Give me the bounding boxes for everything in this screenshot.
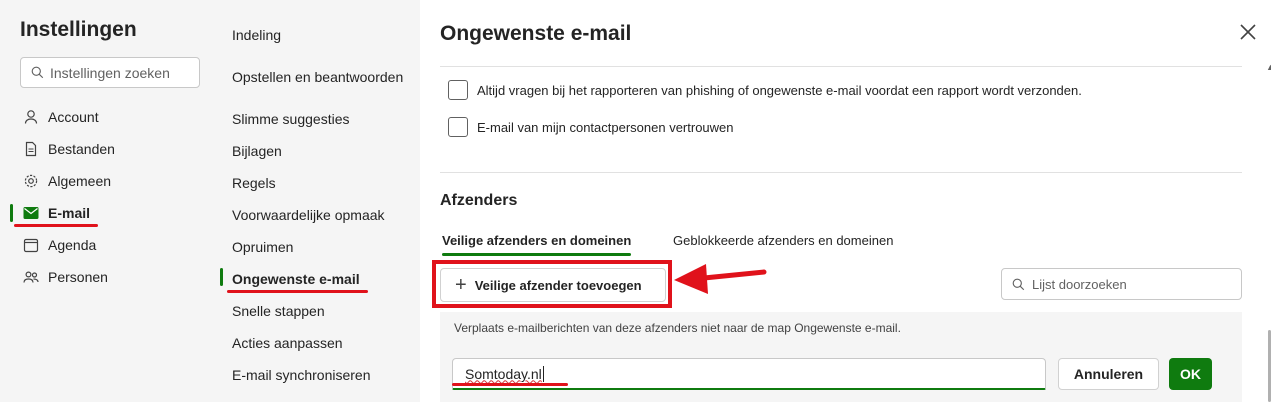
tab-label: Geblokkeerde afzenders en domeinen (673, 233, 894, 248)
sidebar-item-bestanden[interactable]: Bestanden (0, 133, 218, 165)
annotation-box-add-button (432, 260, 672, 308)
active-indicator (220, 268, 223, 286)
settings-content: Ongewenste e-mail Altijd vragen bij het … (420, 0, 1271, 402)
sidebar-item-account[interactable]: Account (0, 101, 218, 133)
search-icon (1012, 278, 1025, 290)
search-icon (31, 66, 44, 79)
sidebar-item-label: Agenda (48, 237, 97, 253)
settings-search-input[interactable]: Instellingen zoeken (20, 57, 200, 88)
subnav-item-email-synchroniseren[interactable]: E-mail synchroniseren (232, 359, 371, 391)
phishing-prompt-checkbox[interactable] (448, 80, 468, 100)
page-title: Ongewenste e-mail (440, 22, 632, 45)
people-icon (22, 268, 40, 286)
sidebar-item-label: Algemeen (48, 173, 112, 189)
person-icon (22, 108, 40, 126)
cancel-button[interactable]: Annuleren (1058, 358, 1159, 390)
subnav-item-indeling[interactable]: Indeling (232, 19, 281, 51)
sidebar-item-label: E-mail (48, 205, 91, 221)
annotation-underline-junk (227, 290, 368, 293)
trust-contacts-option[interactable]: E-mail van mijn contactpersonen vertrouw… (448, 117, 734, 137)
subnav-item-snelle-stappen[interactable]: Snelle stappen (232, 295, 325, 327)
subnav-item-bijlagen[interactable]: Bijlagen (232, 135, 282, 167)
calendar-icon (22, 236, 40, 254)
annotation-underline-input (452, 383, 568, 386)
list-search-placeholder: Lijst doorzoeken (1032, 276, 1127, 292)
close-icon[interactable] (1236, 20, 1260, 44)
section-divider (440, 172, 1242, 173)
list-search-input[interactable]: Lijst doorzoeken (1001, 268, 1242, 300)
tab-blocked-senders[interactable]: Geblokkeerde afzenders en domeinen (673, 233, 893, 248)
add-sender-row: Somtoday.nl Annuleren OK (440, 344, 1242, 402)
settings-title: Instellingen (20, 18, 137, 41)
header-divider (440, 66, 1242, 67)
scroll-up-icon[interactable]: ▲ (1266, 62, 1271, 72)
subnav-item-voorwaardelijke-opmaak[interactable]: Voorwaardelijke opmaak (232, 199, 385, 231)
sender-input-value: Somtoday.nl (465, 365, 542, 382)
phishing-prompt-label: Altijd vragen bij het rapporteren van ph… (477, 82, 1082, 98)
ok-button[interactable]: OK (1169, 358, 1212, 390)
sidebar-item-label: Bestanden (48, 141, 115, 157)
annotation-underline-email (14, 224, 98, 227)
settings-search-placeholder: Instellingen zoeken (50, 64, 170, 81)
tab-label: Veilige afzenders en domeinen (442, 233, 632, 248)
phishing-prompt-option[interactable]: Altijd vragen bij het rapporteren van ph… (448, 80, 1082, 100)
text-caret (542, 365, 544, 382)
subnav-item-opstellen[interactable]: Opstellen en beantwoorden (232, 61, 403, 93)
subnav-item-acties-aanpassen[interactable]: Acties aanpassen (232, 327, 343, 359)
annotation-arrow-icon (674, 264, 767, 294)
trust-contacts-checkbox[interactable] (448, 117, 468, 137)
trust-contacts-label: E-mail van mijn contactpersonen vertrouw… (477, 119, 734, 135)
tab-active-underline (442, 253, 632, 256)
gear-icon (22, 172, 40, 190)
info-label: Verplaats e-mailberichten van deze afzen… (454, 321, 901, 335)
document-icon (22, 140, 40, 158)
sidebar-item-label: Account (48, 109, 99, 125)
subnav-item-slimme-suggesties[interactable]: Slimme suggesties (232, 103, 350, 135)
tab-safe-senders[interactable]: Veilige afzenders en domeinen (442, 233, 632, 256)
sidebar-item-agenda[interactable]: Agenda (0, 229, 218, 261)
subnav-item-regels[interactable]: Regels (232, 167, 276, 199)
section-title: Afzenders (440, 192, 518, 209)
sidebar-item-algemeen[interactable]: Algemeen (0, 165, 218, 197)
sidebar-item-label: Personen (48, 269, 108, 285)
info-text: Verplaats e-mailberichten van deze afzen… (440, 312, 1242, 344)
subnav-item-opruimen[interactable]: Opruimen (232, 231, 293, 263)
subcategory-nav: Indeling Opstellen en beantwoorden Slimm… (218, 0, 420, 402)
sidebar-item-personen[interactable]: Personen (0, 261, 218, 293)
settings-sidebar: Instellingen Instellingen zoeken Account… (0, 0, 218, 402)
mail-icon (22, 204, 40, 222)
